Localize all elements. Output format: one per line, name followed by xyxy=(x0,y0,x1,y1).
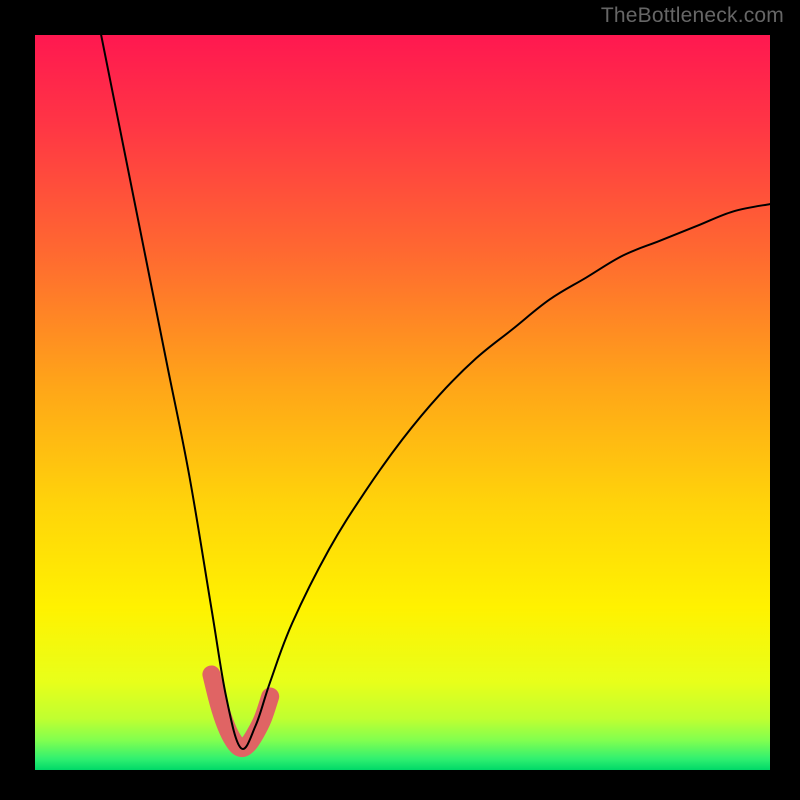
gradient-background xyxy=(35,35,770,770)
chart-svg xyxy=(35,35,770,770)
chart-container: TheBottleneck.com xyxy=(0,0,800,800)
watermark-text: TheBottleneck.com xyxy=(601,4,784,28)
plot-area xyxy=(35,35,770,770)
